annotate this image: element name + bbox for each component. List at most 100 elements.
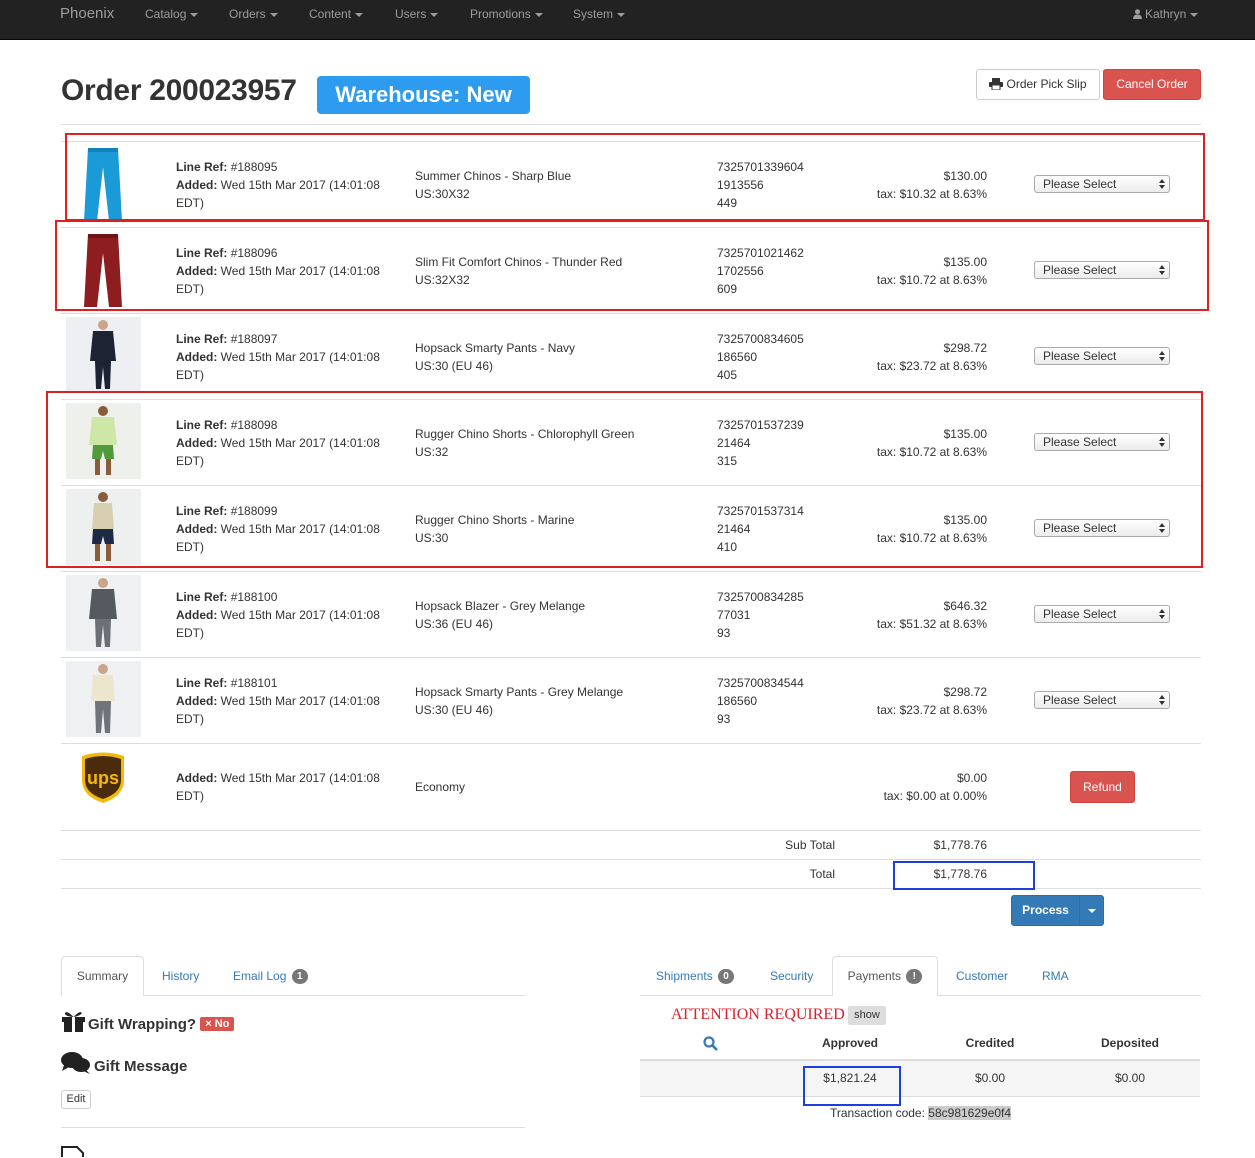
tab-rma[interactable]: RMA — [1042, 969, 1069, 983]
shipping-row: ups Added: Wed 15th Mar 2017 (14:01:08 ED… — [61, 743, 1201, 829]
credited-value: $0.00 — [974, 1071, 1006, 1085]
gift-message: Gift Message — [61, 1052, 187, 1075]
divider — [61, 859, 1201, 860]
tab-customer[interactable]: Customer — [956, 969, 1008, 983]
shipments-count-badge: 0 — [718, 969, 735, 984]
product-size: US:30 (EU 46) — [415, 359, 494, 373]
warehouse-status-badge: Warehouse: New — [317, 76, 530, 114]
product-codes: 7325700834605 186560 405 — [717, 332, 804, 382]
process-dropdown-toggle[interactable] — [1079, 895, 1104, 926]
product-info: Hopsack Smarty Pants - Grey Melange US:30… — [415, 683, 623, 719]
product-info: Hopsack Smarty Pants - Navy US:30 (EU 46) — [415, 339, 575, 375]
col-credited: Credited — [965, 1036, 1015, 1050]
product-codes: 7325700834544 186560 93 — [717, 676, 804, 726]
product-name: Hopsack Smarty Pants - Navy — [415, 341, 576, 355]
product-thumbnail[interactable] — [66, 661, 141, 737]
product-size: US:36 (EU 46) — [415, 617, 494, 631]
row-divider — [61, 571, 1201, 572]
edit-gift-message-button[interactable]: Edit — [61, 1090, 91, 1109]
line-action-select[interactable]: Please Select — [1034, 691, 1170, 709]
refund-button[interactable]: Refund — [1070, 771, 1135, 803]
brand-logo[interactable]: Phoenix — [60, 5, 114, 22]
tab-payments[interactable]: Payments ! — [832, 956, 938, 996]
row-divider — [61, 313, 1201, 314]
gift-icon — [62, 1012, 85, 1032]
cancel-order-button[interactable]: Cancel Order — [1103, 69, 1201, 100]
line-ref-info: Line Ref: #188097 Added: Wed 15th Mar 201… — [176, 332, 380, 382]
product-thumbnail[interactable] — [66, 317, 141, 393]
gift-wrapping-no-badge: × No — [200, 1017, 235, 1031]
divider — [61, 124, 1201, 125]
nav-catalog[interactable]: Catalog — [145, 7, 199, 21]
tab-history[interactable]: History — [162, 969, 199, 983]
caret-down-icon — [269, 12, 278, 17]
order-line-row: Line Ref: #188100 Added: Wed 15th Mar 201… — [61, 571, 1201, 657]
deposited-value: $0.00 — [1114, 1071, 1146, 1085]
product-codes: 7325700834285 77031 93 — [717, 590, 804, 640]
line-price: $298.72 tax: $23.72 at 8.63% — [876, 685, 987, 717]
line-action-select[interactable]: Please Select — [1034, 347, 1170, 365]
subtotal-label: Sub Total — [785, 838, 835, 852]
gift-wrapping: Gift Wrapping? × No — [61, 1010, 235, 1033]
product-info: Hopsack Blazer - Grey Melange US:36 (EU 4… — [415, 597, 585, 633]
ups-logo-icon: ups — [82, 752, 124, 803]
nav-promotions[interactable]: Promotions — [470, 7, 543, 21]
select-arrows-icon — [1159, 695, 1165, 705]
transaction-code-value: 58c981629e0f4 — [928, 1106, 1012, 1120]
highlight-box — [803, 1066, 901, 1106]
highlight-box — [893, 861, 1035, 890]
user-icon — [1133, 9, 1142, 19]
process-button[interactable]: Process — [1011, 895, 1080, 926]
nav-content[interactable]: Content — [309, 7, 364, 21]
col-approved: Approved — [821, 1036, 878, 1050]
product-thumbnail[interactable] — [66, 575, 141, 651]
col-deposited: Deposited — [1100, 1036, 1159, 1050]
select-arrows-icon — [1159, 609, 1165, 619]
nav-users[interactable]: Users — [395, 7, 439, 21]
row-divider — [61, 743, 1201, 744]
product-name: Hopsack Blazer - Grey Melange — [415, 599, 586, 613]
tab-shipments[interactable]: Shipments 0 — [656, 969, 735, 984]
attention-required-text: ATTENTION REQUIRED — [671, 1006, 845, 1023]
nav-orders[interactable]: Orders — [229, 7, 278, 21]
tab-summary[interactable]: Summary — [61, 956, 144, 996]
shipping-method: Economy — [415, 780, 466, 794]
caret-down-icon — [355, 12, 364, 17]
highlight-box — [55, 220, 1209, 311]
order-line-row: Line Ref: #188097 Added: Wed 15th Mar 201… — [61, 313, 1201, 399]
document-icon — [61, 1146, 84, 1157]
email-log-count-badge: 1 — [291, 969, 308, 984]
order-line-row: Line Ref: #188101 Added: Wed 15th Mar 201… — [61, 657, 1201, 743]
line-ref-info: Line Ref: #188100 Added: Wed 15th Mar 201… — [176, 590, 380, 640]
user-menu[interactable]: Kathryn — [1133, 7, 1199, 21]
divider — [61, 1127, 525, 1128]
line-price: $298.72 tax: $23.72 at 8.63% — [876, 341, 987, 373]
line-price: $646.32 tax: $51.32 at 8.63% — [876, 599, 987, 631]
payment-row: $1,821.24 $0.00 $0.00 — [640, 1061, 1200, 1097]
line-ref-info: Line Ref: #188101 Added: Wed 15th Mar 201… — [176, 676, 380, 726]
shipping-added: Added: Wed 15th Mar 2017 (14:01:08 EDT) — [176, 771, 380, 803]
caret-down-icon — [617, 12, 626, 17]
order-pick-slip-button[interactable]: Order Pick Slip — [976, 69, 1100, 100]
highlight-box — [65, 133, 1205, 221]
caret-down-icon — [534, 12, 543, 17]
caret-down-icon — [1087, 909, 1096, 913]
page-title: Order 200023957 — [61, 74, 297, 107]
print-icon — [989, 78, 1004, 91]
search-icon[interactable] — [703, 1036, 718, 1051]
comments-icon — [61, 1052, 90, 1074]
total-label: Total — [809, 867, 835, 881]
transaction-code: Transaction code: 58c981629e0f4 — [830, 1106, 1012, 1120]
line-action-select[interactable]: Please Select — [1034, 605, 1170, 623]
subtotal-value: $1,778.76 — [933, 838, 987, 852]
divider — [61, 830, 1201, 831]
tab-security[interactable]: Security — [770, 969, 813, 983]
show-button[interactable]: show — [848, 1006, 886, 1025]
caret-down-icon — [1190, 12, 1199, 17]
navbar: Phoenix Catalog Orders Content Users Pro… — [0, 0, 1255, 40]
product-name: Hopsack Smarty Pants - Grey Melange — [415, 685, 624, 699]
caret-down-icon — [190, 12, 199, 17]
nav-system[interactable]: System — [573, 7, 626, 21]
tab-email-log[interactable]: Email Log 1 — [233, 969, 308, 984]
svg-text:ups: ups — [87, 768, 119, 788]
